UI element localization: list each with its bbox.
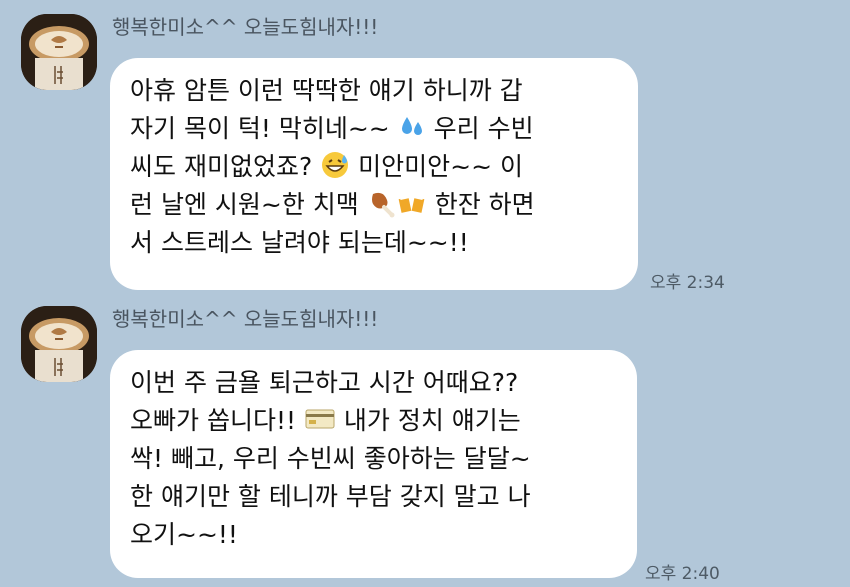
message-line: 오기~~!! bbox=[130, 520, 238, 549]
chat-bubble[interactable]: 이번 주 금욜 퇴근하고 시간 어때요?? 오빠가 쏩니다!! 내가 정치 얘기… bbox=[110, 350, 637, 578]
latte-cup-icon bbox=[21, 306, 97, 382]
message-line: 아휴 암튼 이런 딱딱한 얘기 하니까 갑 bbox=[130, 76, 523, 105]
latte-cup-icon bbox=[21, 14, 97, 90]
sweat-droplets-icon bbox=[398, 113, 426, 141]
message-line: 싹! 빼고, 우리 수빈씨 좋아하는 달달~ bbox=[130, 444, 531, 473]
message-line: 씨도 재미없었죠? 미안미안~~ 이 bbox=[130, 150, 523, 181]
message-line: 자기 목이 턱! 막히네~~ 우리 수빈 bbox=[130, 113, 534, 143]
message-line: 서 스트레스 날려야 되는데~~!! bbox=[130, 228, 469, 257]
beer-mugs-icon bbox=[397, 188, 427, 218]
message-line: 이번 주 금욜 퇴근하고 시간 어때요?? bbox=[130, 368, 519, 397]
message-timestamp: 오후 2:34 bbox=[650, 273, 725, 293]
message-timestamp: 오후 2:40 bbox=[645, 564, 720, 584]
message-line: 한 얘기만 할 테니까 부담 갖지 말고 나 bbox=[130, 482, 531, 511]
sender-name: 행복한미소^^ 오늘도힘내자!!! bbox=[112, 15, 379, 39]
credit-card-icon bbox=[304, 406, 336, 432]
grinning-sweat-face-icon bbox=[320, 150, 350, 180]
chicken-leg-icon bbox=[367, 188, 397, 218]
profile-avatar[interactable] bbox=[21, 14, 97, 90]
message-line: 오빠가 쏩니다!! 내가 정치 얘기는 bbox=[130, 406, 521, 435]
sender-name: 행복한미소^^ 오늘도힘내자!!! bbox=[112, 307, 379, 331]
message-line: 런 날엔 시원~한 치맥 한잔 하면 bbox=[130, 188, 535, 219]
profile-avatar[interactable] bbox=[21, 306, 97, 382]
chat-bubble[interactable]: 아휴 암튼 이런 딱딱한 얘기 하니까 갑 자기 목이 턱! 막히네~~ 우리 … bbox=[110, 58, 638, 290]
